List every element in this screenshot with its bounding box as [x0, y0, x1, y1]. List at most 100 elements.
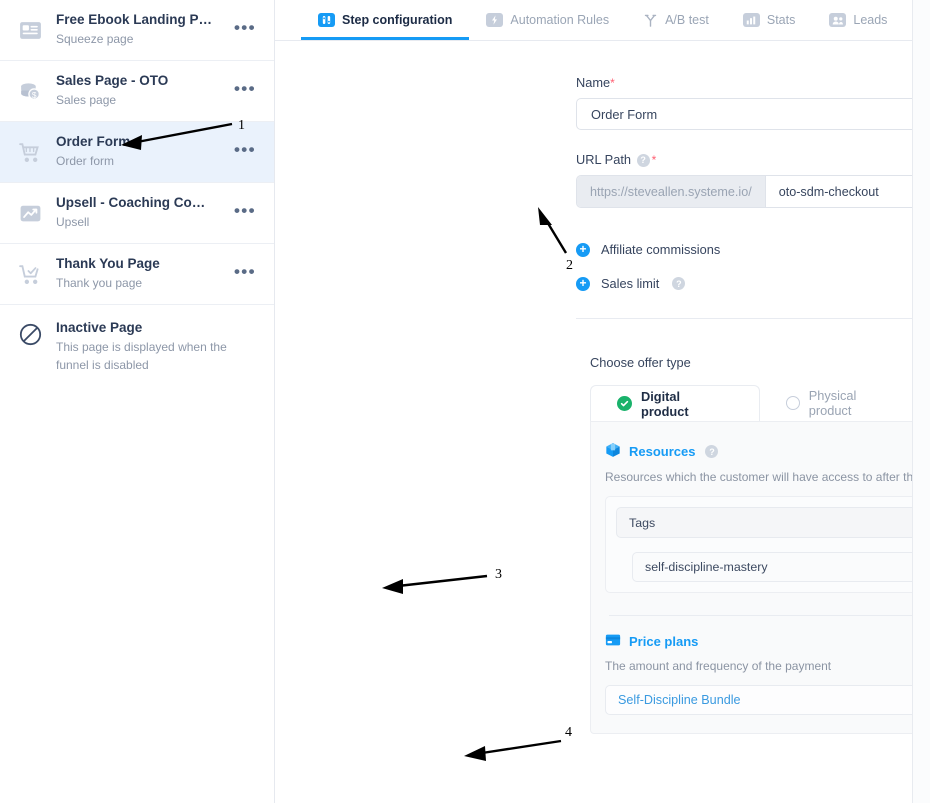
resources-description: Resources which the customer will have a… — [605, 470, 930, 484]
url-path-field-group: URL Path ?* https://steveallen.systeme.i… — [275, 152, 930, 208]
offer-tab-label: Digital product — [641, 389, 731, 419]
split-icon — [643, 13, 658, 27]
sidebar-item-menu-button[interactable]: ••• — [228, 19, 260, 41]
resources-card: Tags self-discipline-mastery — [605, 496, 930, 593]
expander-label: Sales limit — [601, 276, 659, 291]
sidebar-item-text: Upsell - Coaching Comm... Upsell — [56, 194, 216, 232]
tags-resource-label: Tags — [629, 516, 655, 530]
annotation-number-2: 2 — [566, 258, 573, 274]
url-domain-prefix: https://steveallen.systeme.io/ — [577, 176, 766, 207]
expander-label: Affiliate commissions — [601, 242, 720, 257]
sidebar-item-subtitle: Thank you page — [56, 275, 216, 292]
sidebar-item-subtitle: Sales page — [56, 92, 216, 109]
help-icon[interactable]: ? — [672, 277, 685, 290]
sidebar-item-title: Inactive Page — [56, 319, 260, 337]
tab-label: Step configuration — [342, 13, 452, 27]
sidebar-item-subtitle: This page is displayed when the funnel i… — [56, 339, 260, 374]
bar-chart-icon — [743, 13, 760, 27]
price-plans-description: The amount and frequency of the payment — [605, 659, 930, 673]
expander-row: + Sales limit ? — [576, 276, 930, 291]
url-path-label-text: URL Path — [576, 152, 631, 167]
tab-automation-rules[interactable]: Automation Rules — [469, 0, 626, 40]
tags-resource-row[interactable]: Tags — [616, 507, 930, 538]
tab-step-configuration[interactable]: Step configuration — [301, 0, 469, 40]
step-configuration-content: Name* Order Form URL Path ?* https://ste… — [275, 41, 930, 734]
main-panel: Step configuration Automation Rules A/B … — [275, 0, 930, 803]
step-config-icon — [318, 13, 335, 27]
sidebar-item-menu-button[interactable]: ••• — [228, 141, 260, 163]
tab-ab-test[interactable]: A/B test — [626, 0, 726, 40]
sidebar-item-free-ebook-landing-page[interactable]: Free Ebook Landing Page Squeeze page ••• — [0, 0, 274, 61]
help-icon[interactable]: ? — [637, 154, 650, 167]
tab-physical-product[interactable]: Physical product — [760, 385, 930, 421]
chart-up-icon — [16, 199, 44, 227]
name-label-text: Name — [576, 75, 610, 90]
expander-row: + Affiliate commissions — [576, 242, 930, 257]
help-icon[interactable]: ? — [705, 445, 718, 458]
url-path-value[interactable]: oto-sdm-checkout — [766, 176, 930, 207]
form-area: Name* Order Form URL Path ?* https://ste… — [275, 41, 930, 734]
lightning-icon — [486, 13, 503, 27]
tag-item[interactable]: self-discipline-mastery — [632, 552, 930, 582]
right-rail — [912, 0, 930, 803]
url-path-label: URL Path ?* — [576, 152, 930, 167]
sidebar-item-subtitle: Upsell — [56, 214, 216, 231]
price-plan-name[interactable]: Self-Discipline Bundle — [618, 693, 741, 707]
sidebar-item-thank-you-page[interactable]: Thank You Page Thank you page ••• — [0, 244, 274, 305]
step-tabs: Step configuration Automation Rules A/B … — [275, 0, 930, 41]
required-marker: * — [610, 76, 615, 90]
price-plans-heading: Price plans — [605, 633, 698, 650]
resources-heading: Resources ? — [605, 442, 720, 461]
sidebar-item-inactive-page[interactable]: Inactive Page This page is displayed whe… — [0, 305, 274, 385]
sales-limit-expander[interactable]: + Sales limit ? — [275, 276, 930, 291]
offer-type-tabs: Digital product Physical product — [275, 385, 930, 421]
name-input[interactable]: Order Form — [576, 98, 930, 130]
landing-page-icon — [16, 16, 44, 44]
price-plan-row[interactable]: Self-Discipline Bundle — [605, 685, 930, 715]
resources-header-row: Resources ? + — [605, 442, 930, 461]
no-entry-icon — [16, 320, 44, 348]
tab-leads[interactable]: Leads — [812, 0, 904, 40]
funnel-steps-sidebar: Free Ebook Landing Page Squeeze page •••… — [0, 0, 275, 803]
name-field-group: Name* Order Form — [275, 75, 930, 130]
people-icon — [829, 13, 846, 27]
sidebar-item-text: Free Ebook Landing Page Squeeze page — [56, 11, 216, 49]
sidebar-item-order-form[interactable]: Order Form Order form ••• — [0, 122, 274, 183]
choose-offer-type-heading: Choose offer type — [275, 355, 930, 370]
plus-icon: + — [576, 277, 590, 291]
sidebar-item-title: Thank You Page — [56, 255, 216, 273]
sidebar-item-upsell-coaching[interactable]: Upsell - Coaching Comm... Upsell ••• — [0, 183, 274, 244]
tab-label: Automation Rules — [510, 13, 609, 27]
annotation-number-3: 3 — [495, 567, 502, 583]
svg-text:$: $ — [31, 89, 36, 99]
tag-item-label: self-discipline-mastery — [645, 560, 768, 574]
sidebar-item-text: Order Form Order form — [56, 133, 216, 171]
panel-inner-divider — [609, 615, 930, 616]
resources-heading-text: Resources — [629, 444, 695, 459]
digital-product-panel: Resources ? + Resources which the custom… — [590, 421, 930, 734]
sidebar-item-subtitle: Squeeze page — [56, 31, 216, 48]
required-marker: * — [652, 153, 657, 167]
annotation-number-4: 4 — [565, 725, 572, 741]
affiliate-commissions-expander[interactable]: + Affiliate commissions — [275, 242, 930, 257]
sidebar-item-sales-page-oto[interactable]: $ Sales Page - OTO Sales page ••• — [0, 61, 274, 122]
tab-label: A/B test — [665, 13, 709, 27]
url-path-input-group: https://steveallen.systeme.io/ oto-sdm-c… — [576, 175, 930, 208]
tab-digital-product[interactable]: Digital product — [590, 385, 760, 421]
check-circle-icon — [617, 396, 632, 411]
sidebar-item-title: Upsell - Coaching Comm... — [56, 194, 216, 212]
sidebar-item-text: Inactive Page This page is displayed whe… — [56, 319, 260, 374]
sidebar-item-menu-button[interactable]: ••• — [228, 80, 260, 102]
app-window: Free Ebook Landing Page Squeeze page •••… — [0, 0, 930, 803]
coins-icon: $ — [16, 77, 44, 105]
tab-stats[interactable]: Stats — [726, 0, 813, 40]
tab-label: Stats — [767, 13, 796, 27]
sidebar-item-menu-button[interactable]: ••• — [228, 202, 260, 224]
box-icon — [605, 442, 621, 461]
price-plans-header-row: Price plans + — [605, 633, 930, 650]
price-plans-heading-text: Price plans — [629, 634, 698, 649]
radio-empty-icon — [786, 396, 800, 410]
tab-label: Leads — [853, 13, 887, 27]
section-divider — [576, 318, 930, 319]
sidebar-item-menu-button[interactable]: ••• — [228, 263, 260, 285]
